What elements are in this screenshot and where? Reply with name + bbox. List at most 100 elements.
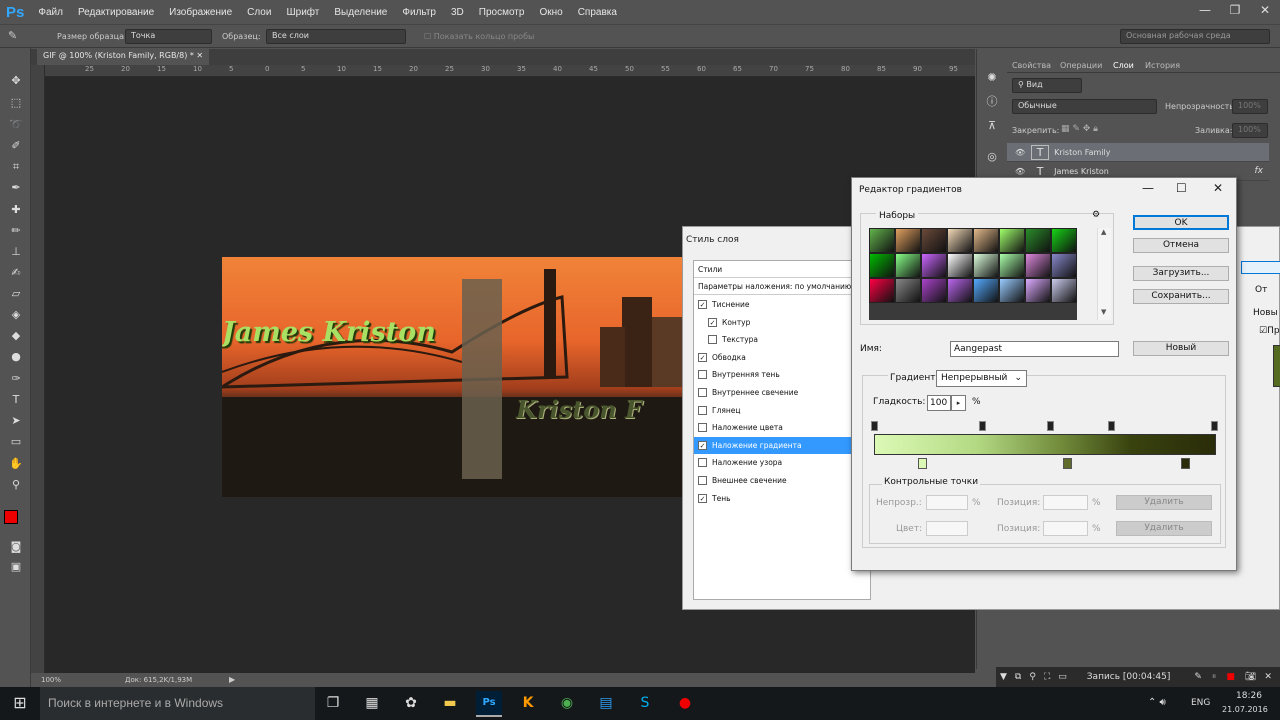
blend-mode-select[interactable]: Обычные xyxy=(1012,99,1157,114)
tab-actions[interactable]: Операции xyxy=(1055,58,1107,72)
fx-icon[interactable]: fx xyxy=(1255,166,1264,176)
gradient-preset-swatch[interactable] xyxy=(999,253,1025,278)
menu-layers[interactable]: Слои xyxy=(247,7,271,18)
status-arrow-icon[interactable]: ▶ xyxy=(229,675,235,684)
move-icon[interactable]: ✥ xyxy=(8,74,24,88)
preset-swatches[interactable] xyxy=(869,228,1077,320)
layer-row[interactable]: 👁︎ T Kriston Family xyxy=(1007,143,1269,162)
gradient-preset-swatch[interactable] xyxy=(973,253,999,278)
layers-mini-icon[interactable]: ◎ xyxy=(984,150,1000,164)
gradient-preset-swatch[interactable] xyxy=(921,253,947,278)
clock-date[interactable]: 21.07.2016 xyxy=(1222,705,1268,714)
color-panel-icon[interactable]: ✺ xyxy=(984,71,1000,85)
menu-window[interactable]: Окно xyxy=(539,7,562,18)
tab-layers[interactable]: Слои xyxy=(1108,58,1139,72)
menu-type[interactable]: Шрифт xyxy=(286,7,319,18)
show-ring-checkbox[interactable]: ☐ Показать кольцо пробы xyxy=(424,32,534,41)
style-checkbox[interactable]: ✓ xyxy=(698,440,707,450)
style-item[interactable]: Наложение узора xyxy=(694,454,872,471)
menu-edit[interactable]: Редактирование xyxy=(78,7,154,18)
partial-checkbox[interactable]: ☑Пр xyxy=(1259,326,1280,336)
gradient-preset-swatch[interactable] xyxy=(895,278,921,303)
gradient-name-input[interactable]: Aangepast xyxy=(950,341,1119,357)
gradient-preset-swatch[interactable] xyxy=(869,278,895,303)
lasso-icon[interactable]: ➰ xyxy=(8,118,24,132)
restore-icon[interactable]: ❐ xyxy=(1220,0,1250,24)
close-icon[interactable]: ✕ xyxy=(1250,0,1280,24)
color-input[interactable] xyxy=(926,521,968,536)
styles-header[interactable]: Стили xyxy=(694,261,872,278)
app-icon[interactable]: ✿ xyxy=(398,691,424,717)
style-item[interactable]: Внутренняя тень xyxy=(694,366,872,383)
close-icon[interactable]: ✕ xyxy=(1264,672,1272,682)
style-item[interactable]: ✓ Контур xyxy=(694,314,872,331)
color-stop[interactable] xyxy=(918,458,927,469)
minimize-icon[interactable]: — xyxy=(1142,181,1154,195)
gradient-preset-swatch[interactable] xyxy=(895,253,921,278)
menu-view[interactable]: Просмотр xyxy=(479,7,525,18)
menu-file[interactable]: Файл xyxy=(38,7,63,18)
gradient-preset-swatch[interactable] xyxy=(869,253,895,278)
foreground-color-swatch[interactable] xyxy=(4,510,18,524)
info-icon[interactable]: ⓘ xyxy=(984,95,1000,109)
style-item[interactable]: ✓ Обводка xyxy=(694,349,872,366)
style-checkbox[interactable] xyxy=(708,335,717,345)
gradient-preset-swatch[interactable] xyxy=(1051,228,1077,253)
gradient-preset-swatch[interactable] xyxy=(947,278,973,303)
taskbar-search[interactable]: Поиск в интернете и в Windows xyxy=(40,687,315,720)
brush-icon[interactable]: ✏ xyxy=(8,224,24,238)
menu-3d[interactable]: 3D xyxy=(451,7,464,18)
tray-icons[interactable]: ⌃ 🔊︎ xyxy=(1148,697,1166,708)
style-checkbox[interactable] xyxy=(698,458,707,468)
presets-scrollbar[interactable]: ▲ ▼ xyxy=(1097,228,1111,320)
fullscreen-icon[interactable]: ⛶ xyxy=(1044,672,1050,682)
layer-filter-select[interactable]: ⚲ Вид xyxy=(1012,78,1082,93)
gradient-preset-swatch[interactable] xyxy=(921,278,947,303)
gradient-preset-swatch[interactable] xyxy=(1051,253,1077,278)
partial-button[interactable] xyxy=(1241,261,1280,274)
pen-icon[interactable]: ✑ xyxy=(8,372,24,386)
menu-filter[interactable]: Фильтр xyxy=(402,7,436,18)
caret-icon[interactable]: ▼ xyxy=(1000,672,1007,682)
style-item[interactable]: ✓ Тиснение xyxy=(694,296,872,313)
style-checkbox[interactable] xyxy=(698,388,707,397)
quick-mask-icon[interactable]: ◙ xyxy=(8,540,24,554)
document-image[interactable]: James Kriston Kriston F xyxy=(222,257,682,497)
style-checkbox[interactable]: ✓ xyxy=(698,300,707,309)
menu-image[interactable]: Изображение xyxy=(169,7,232,18)
style-checkbox[interactable] xyxy=(698,405,707,415)
shape-icon[interactable]: ▭ xyxy=(8,435,24,449)
menu-select[interactable]: Выделение xyxy=(334,7,387,18)
pen-icon[interactable]: ✎ xyxy=(1194,672,1202,682)
maximize-icon[interactable]: ☐ xyxy=(1176,181,1187,195)
zoom-icon[interactable]: ⚲ xyxy=(1029,672,1036,682)
file-explorer-icon[interactable]: ▬ xyxy=(437,691,463,717)
opacity-stop[interactable] xyxy=(1211,421,1218,431)
new-button[interactable]: Новый xyxy=(1133,341,1229,356)
document-tab[interactable]: GIF @ 100% (Kriston Family, RGB/8) * ✕ xyxy=(37,49,210,65)
position-input[interactable] xyxy=(1043,521,1088,536)
tab-history[interactable]: История xyxy=(1140,58,1185,72)
gradient-type-select[interactable]: Непрерывный ⌄ xyxy=(936,370,1027,387)
healing-icon[interactable]: ✚ xyxy=(8,203,24,217)
stamp-icon[interactable]: ⊥ xyxy=(8,245,24,259)
eye-icon[interactable]: 👁︎ xyxy=(1015,148,1025,157)
chrome-icon[interactable]: ◉ xyxy=(554,691,580,717)
gradient-preset-swatch[interactable] xyxy=(1025,278,1051,303)
tab-properties[interactable]: Свойства xyxy=(1007,58,1056,72)
fill-input[interactable]: 100% xyxy=(1232,123,1268,138)
opacity-input[interactable] xyxy=(926,495,968,510)
smoothness-input[interactable]: 100 xyxy=(927,395,951,411)
eraser-icon[interactable]: ▱ xyxy=(8,287,24,301)
gradient-preset-swatch[interactable] xyxy=(973,278,999,303)
eyedropper-icon[interactable]: ✎ xyxy=(8,29,17,42)
style-item[interactable]: ✓ Тень xyxy=(694,490,872,507)
adjust-icon[interactable]: ⊼ xyxy=(984,119,1000,133)
style-checkbox[interactable]: ✓ xyxy=(698,352,707,362)
bucket-icon[interactable]: ◈ xyxy=(8,308,24,322)
gradient-preset-swatch[interactable] xyxy=(1025,228,1051,253)
delete-button[interactable]: Удалить xyxy=(1116,521,1212,536)
blur-icon[interactable]: ◆ xyxy=(8,329,24,343)
cancel-button[interactable]: Отмена xyxy=(1133,238,1229,253)
computer-icon[interactable]: ▤ xyxy=(593,691,619,717)
